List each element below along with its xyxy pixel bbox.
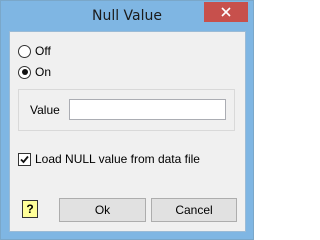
load-null-label: Load NULL value from data file [35, 152, 200, 166]
value-input[interactable] [69, 99, 226, 120]
dialog-body: Off On Value Load NULL value from data f… [9, 31, 246, 232]
close-icon [221, 7, 231, 17]
close-button[interactable] [204, 2, 248, 22]
radio-off-label: Off [35, 44, 51, 58]
value-label: Value [30, 103, 60, 117]
radio-off-button[interactable] [18, 44, 31, 58]
dialog-window: Null Value Off On Value Load NULL value … [0, 0, 254, 240]
radio-selected-dot [21, 69, 28, 75]
value-group: Value [18, 89, 235, 131]
load-null-checkbox-row[interactable]: Load NULL value from data file [18, 151, 200, 167]
radio-off[interactable]: Off [18, 43, 51, 59]
radio-on-button[interactable] [18, 65, 31, 79]
radio-on[interactable]: On [18, 64, 51, 80]
help-button[interactable]: ? [22, 200, 38, 218]
title-bar[interactable]: Null Value [1, 1, 253, 31]
radio-on-label: On [35, 65, 52, 79]
ok-button[interactable]: Ok [59, 198, 146, 222]
help-icon: ? [26, 202, 34, 216]
load-null-checkbox[interactable] [18, 152, 31, 166]
checkmark-icon [20, 155, 29, 163]
cancel-button[interactable]: Cancel [151, 198, 237, 222]
